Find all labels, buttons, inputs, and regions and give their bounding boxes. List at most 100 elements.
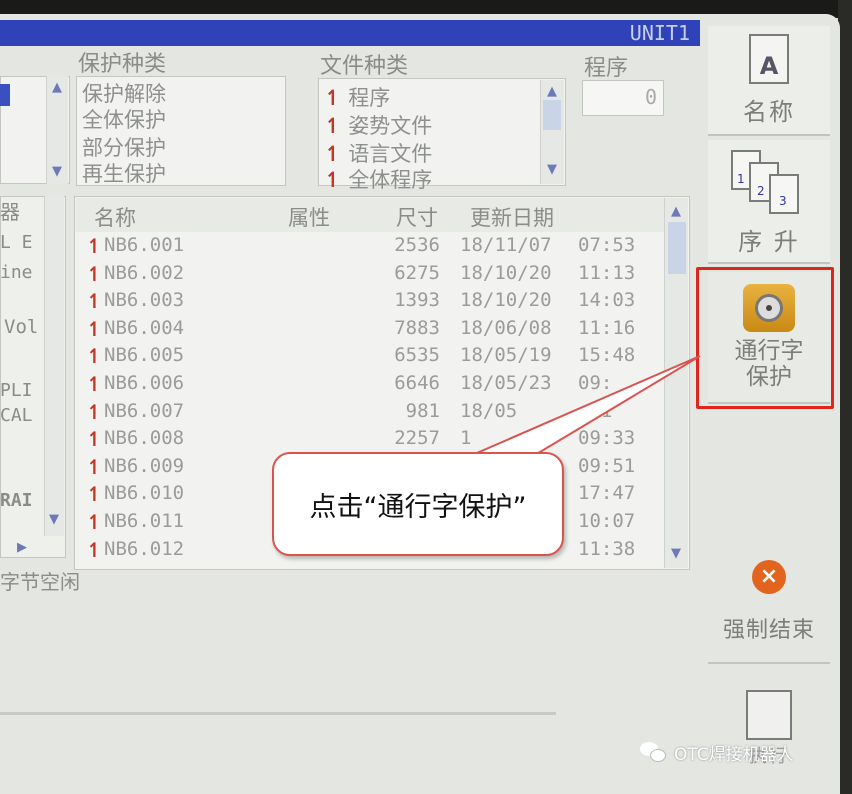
file-time: 07:53 — [578, 234, 636, 256]
left-strip-item: Vol — [4, 316, 39, 338]
file-size: 6275 — [394, 261, 440, 284]
file-icon: ↿ — [86, 427, 103, 452]
protect-type-option[interactable]: 全体保护 — [82, 104, 166, 134]
file-size: 1393 — [394, 289, 440, 312]
file-size: 6535 — [394, 344, 440, 367]
file-type-option[interactable]: ↿ 全体程序 — [324, 164, 432, 194]
file-icon: ↿ — [86, 344, 103, 369]
file-name: NB6.010 — [104, 482, 185, 505]
left-strip-item: RAI — [0, 490, 33, 511]
file-time: 11:38 — [578, 537, 636, 560]
file-time: 11:16 — [578, 316, 636, 339]
stacked-pages-icon: 1 2 3 — [731, 150, 807, 216]
column-header-attr[interactable]: 属性 — [288, 202, 330, 232]
file-icon: ↿ — [324, 168, 342, 192]
file-time: 11:13 — [578, 261, 636, 284]
wechat-icon — [640, 741, 668, 764]
program-value: 0 — [644, 85, 657, 109]
file-time: 17:47 — [578, 482, 636, 505]
file-name: NB6.004 — [104, 316, 185, 339]
file-date: 18/05/23 — [460, 372, 552, 394]
unit-label: UNIT1 — [629, 21, 690, 45]
watermark-text: OTC焊接机器人 — [674, 745, 794, 765]
file-name: NB6.001 — [104, 234, 185, 256]
file-type-option[interactable]: ↿ 姿势文件 — [324, 110, 432, 140]
file-name: NB6.012 — [104, 537, 185, 560]
chevron-down-icon[interactable]: ▼ — [664, 546, 688, 561]
file-icon: ↿ — [86, 316, 103, 341]
file-name: NB6.009 — [104, 454, 185, 477]
left-strip-scrollbar[interactable] — [44, 196, 64, 536]
left-strip-item: CAL — [0, 405, 33, 426]
name-sort-button[interactable]: A 名称 — [708, 26, 830, 136]
column-header-date[interactable]: 更新日期 — [470, 202, 554, 232]
protect-type-label: 保护种类 — [78, 52, 167, 77]
document-a-icon: A — [749, 34, 789, 84]
column-header-size[interactable]: 尺寸 — [396, 202, 438, 232]
execute-button[interactable]: 执行 — [708, 676, 830, 782]
file-name: NB6.002 — [104, 261, 185, 284]
protect-type-option[interactable]: 再生保护 — [82, 158, 166, 188]
file-date: 18/05 — [460, 399, 518, 422]
watermark: OTC焊接机器人 — [640, 740, 794, 765]
file-time: 10:07 — [578, 510, 636, 532]
column-header-name[interactable]: 名称 — [94, 202, 136, 232]
file-date: 18/06/08 — [460, 316, 552, 339]
file-icon: ↿ — [86, 372, 103, 396]
chevron-up-icon[interactable]: ▲ — [664, 204, 688, 219]
left-strip-item: PLI — [0, 380, 33, 401]
file-icon: ↿ — [86, 482, 103, 507]
file-icon: ↿ — [324, 114, 342, 138]
file-time: 15:48 — [578, 344, 636, 367]
file-icon: ↿ — [86, 510, 103, 534]
file-date: 18/05/19 — [460, 344, 552, 367]
force-end-button[interactable]: × 强制结束 — [708, 556, 830, 664]
chevron-down-icon[interactable]: ▼ — [540, 162, 564, 177]
instruction-callout: 点击“通行字保护” — [272, 452, 564, 556]
chevron-up-icon[interactable]: ▲ — [540, 84, 564, 99]
file-icon: ↿ — [86, 399, 103, 424]
file-name: NB6.005 — [104, 344, 185, 367]
file-name: NB6.011 — [104, 510, 185, 532]
file-icon: ↿ — [86, 289, 103, 314]
chevron-right-icon[interactable]: ▶ — [12, 540, 32, 555]
ascending-sort-button[interactable]: 1 2 3 序 升 — [708, 140, 830, 264]
file-time: 09:51 — [578, 454, 636, 477]
file-time: 09:33 — [578, 427, 636, 450]
file-icon: ↿ — [86, 454, 103, 479]
callout-text: 点击“通行字保护” — [309, 491, 527, 523]
file-name: NB6.008 — [104, 427, 185, 450]
file-list-scrollbar[interactable] — [664, 198, 688, 568]
chevron-up-icon[interactable]: ▲ — [46, 80, 68, 95]
file-size: 7883 — [394, 316, 440, 339]
file-type-option[interactable]: ↿ 程序 — [324, 82, 390, 112]
file-time: 14:03 — [578, 289, 636, 312]
free-space-label: 字节空闲 — [0, 570, 80, 594]
program-label: 程序 — [584, 56, 629, 81]
chevron-down-icon[interactable]: ▼ — [44, 512, 64, 527]
file-date: 18/10/20 — [460, 289, 552, 312]
left-strip-item: 器 — [0, 200, 20, 224]
file-icon: ↿ — [86, 537, 103, 562]
file-time: :01 — [578, 399, 613, 422]
chevron-down-icon[interactable]: ▼ — [46, 164, 68, 179]
selected-marker — [0, 84, 10, 106]
bottom-divider — [0, 712, 556, 715]
file-icon: ↿ — [324, 142, 342, 166]
file-date: 1 — [460, 427, 472, 450]
file-icon: ↿ — [324, 86, 342, 110]
file-date: 18/10/20 — [460, 261, 552, 284]
file-size: 6646 — [394, 372, 440, 394]
file-type-label: 文件种类 — [320, 54, 409, 79]
file-icon: ↿ — [86, 261, 103, 286]
file-name: NB6.007 — [104, 399, 185, 422]
file-date: 18/11/07 — [460, 234, 552, 256]
file-icon: ↿ — [86, 234, 103, 258]
highlight-box — [696, 267, 834, 409]
file-list-header — [76, 198, 666, 232]
file-name: NB6.006 — [104, 372, 185, 394]
save-disk-icon — [746, 690, 792, 740]
program-input[interactable]: 0 — [582, 80, 664, 116]
file-size: 2257 — [394, 427, 440, 450]
file-size: 981 — [405, 399, 440, 422]
